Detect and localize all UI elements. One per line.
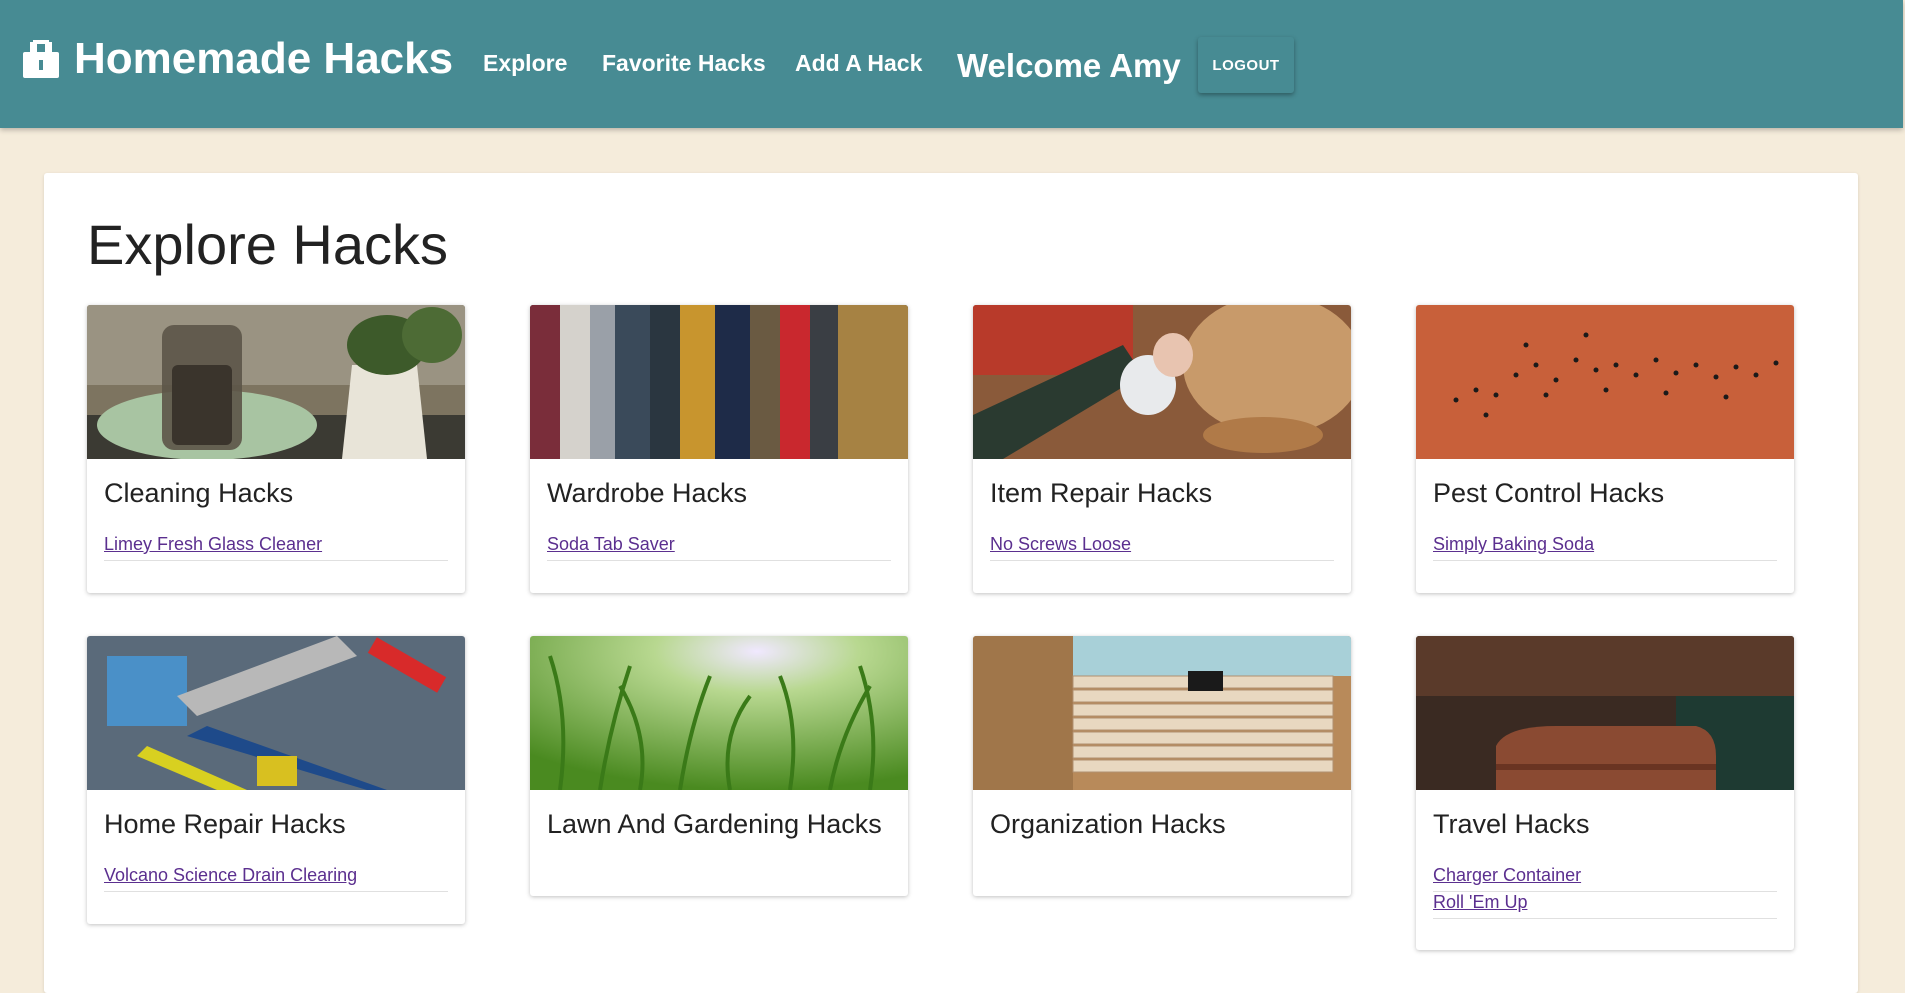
card-link-list: Volcano Science Drain Clearing [104,865,448,892]
category-card-item-repair: Item Repair Hacks No Screws Loose [973,305,1351,593]
card-title: Wardrobe Hacks [547,478,748,508]
category-card-organization: Organization Hacks [973,636,1351,896]
file-organizer-image [973,636,1351,790]
brand[interactable]: Homemade Hacks [20,34,453,84]
card-title: Home Repair Hacks [104,809,346,839]
hack-link[interactable]: No Screws Loose [990,534,1334,561]
card-title: Cleaning Hacks [104,478,294,508]
toolbox-icon [23,40,59,78]
card-title: Item Repair Hacks [990,478,1213,508]
category-card-travel: Travel Hacks Charger Container Roll 'Em … [1416,636,1794,950]
hack-link[interactable]: Volcano Science Drain Clearing [104,865,448,892]
card-link-list: Limey Fresh Glass Cleaner [104,534,448,561]
grass-image [530,636,908,790]
nav-explore[interactable]: Explore [483,50,567,77]
category-card-wardrobe: Wardrobe Hacks Soda Tab Saver [530,305,908,593]
nav-favorite-hacks[interactable]: Favorite Hacks [602,50,766,77]
hack-link[interactable]: Charger Container [1433,865,1777,892]
spray-bottle-plant-image [87,305,465,459]
card-link-list: Charger Container Roll 'Em Up [1433,865,1777,919]
category-card-lawn-gardening: Lawn And Gardening Hacks [530,636,908,896]
hack-link[interactable]: Soda Tab Saver [547,534,891,561]
hack-link[interactable]: Roll 'Em Up [1433,892,1777,919]
brand-title: Homemade Hacks [74,34,454,83]
category-card-cleaning: Cleaning Hacks Limey Fresh Glass Cleaner [87,305,465,593]
tools-image [87,636,465,790]
logout-button[interactable]: LOGOUT [1198,37,1294,93]
page-title: Explore Hacks [87,213,449,276]
top-navbar: Homemade Hacks Explore Favorite Hacks Ad… [0,0,1903,128]
hack-link[interactable]: Simply Baking Soda [1433,534,1777,561]
suitcase-image [1416,636,1794,790]
welcome-message: Welcome Amy [957,47,1181,84]
category-card-pest-control: Pest Control Hacks Simply Baking Soda [1416,305,1794,593]
card-title: Travel Hacks [1433,809,1590,839]
card-link-list: Soda Tab Saver [547,534,891,561]
hack-link[interactable]: Limey Fresh Glass Cleaner [104,534,448,561]
clothes-rack-image [530,305,908,459]
card-title: Lawn And Gardening Hacks [547,809,882,839]
nav-add-a-hack[interactable]: Add A Hack [795,50,922,77]
ants-on-dirt-image [1416,305,1794,459]
card-link-list: No Screws Loose [990,534,1334,561]
card-link-list: Simply Baking Soda [1433,534,1777,561]
card-title: Organization Hacks [990,809,1226,839]
glue-gun-image [973,305,1351,459]
card-title: Pest Control Hacks [1433,478,1665,508]
category-card-home-repair: Home Repair Hacks Volcano Science Drain … [87,636,465,924]
